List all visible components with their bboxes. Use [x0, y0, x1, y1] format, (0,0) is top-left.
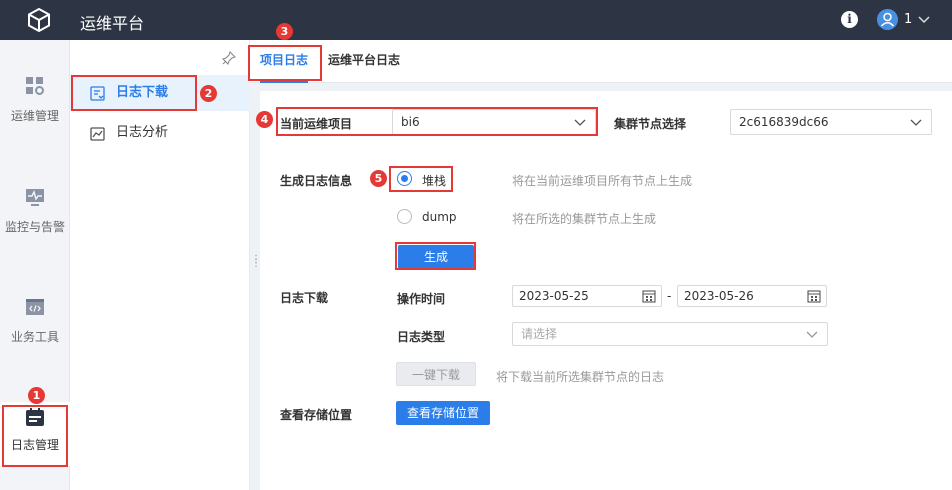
cluster-value: 2c616839dc66	[739, 115, 829, 129]
radio-dump[interactable]	[397, 209, 412, 224]
download-log-icon	[90, 86, 105, 101]
tab-bar: 项目日志 运维平台日志	[250, 40, 952, 83]
cluster-select[interactable]: 2c616839dc66	[730, 109, 932, 135]
project-select[interactable]: bi6	[392, 109, 596, 135]
top-bar: 运维平台 i 1	[0, 0, 952, 40]
radio-stack-label[interactable]: 堆栈	[422, 172, 446, 189]
icon-rail: 运维管理 监控与告警 业务工具 日志管理	[0, 40, 70, 490]
sub-menu: 日志下载 日志分析	[70, 40, 250, 490]
step-badge: 1	[28, 387, 45, 404]
log-type-placeholder: 请选择	[521, 327, 558, 341]
generate-button[interactable]: 生成	[398, 245, 474, 269]
chevron-down-icon[interactable]	[916, 11, 932, 27]
user-count[interactable]: 1	[904, 12, 912, 27]
calendar-icon	[642, 290, 656, 303]
tab-project-logs[interactable]: 项目日志	[260, 40, 309, 83]
date-to-value: 2023-05-26	[684, 289, 754, 303]
step-badge: 3	[276, 23, 293, 40]
radio-dump-label[interactable]: dump	[422, 210, 457, 224]
op-time-label: 操作时间	[397, 292, 446, 306]
cube-logo-icon	[28, 7, 50, 33]
avatar[interactable]	[877, 9, 898, 30]
resize-handle[interactable]: ⋮ ⋮	[251, 255, 261, 272]
log-download-label: 日志下载	[280, 291, 329, 305]
radio-stack[interactable]	[397, 171, 412, 186]
stack-hint: 将在当前运维项目所有节点上生成	[512, 174, 693, 188]
chart-log-icon	[90, 127, 105, 141]
submenu-label: 日志下载	[116, 85, 169, 100]
log-type-select[interactable]: 请选择	[512, 322, 828, 346]
monitor-pulse-icon	[26, 189, 44, 206]
calendar-log-icon	[26, 408, 44, 426]
rail-item-logs[interactable]: 日志管理	[0, 402, 70, 466]
pin-icon[interactable]	[222, 51, 236, 65]
rail-label: 日志管理	[10, 438, 59, 452]
rail-label: 监控与告警	[4, 220, 65, 234]
tab-platform-logs[interactable]: 运维平台日志	[328, 40, 400, 83]
submenu-item-log-analysis[interactable]: 日志分析	[70, 115, 250, 151]
step-badge: 5	[370, 170, 387, 187]
submenu-label: 日志分析	[116, 125, 169, 140]
one-click-download-button[interactable]: 一键下载	[396, 362, 476, 386]
rail-item-monitor[interactable]: 监控与告警	[0, 186, 70, 235]
view-storage-button[interactable]: 查看存储位置	[396, 401, 490, 425]
log-type-label: 日志类型	[397, 330, 446, 344]
rail-label: 业务工具	[10, 330, 59, 344]
project-value: bi6	[401, 115, 420, 129]
app-title: 运维平台	[80, 14, 145, 33]
step-badge: 4	[256, 111, 273, 128]
submenu-item-log-download[interactable]: 日志下载	[70, 75, 250, 111]
grid-gear-icon	[26, 77, 44, 95]
code-window-icon	[26, 299, 44, 315]
rail-label: 运维管理	[10, 109, 59, 123]
cluster-label: 集群节点选择	[614, 117, 687, 131]
dump-hint: 将在所选的集群节点上生成	[512, 212, 657, 226]
one-click-hint: 将下载当前所选集群节点的日志	[496, 370, 665, 384]
date-to-input[interactable]: 2023-05-26	[677, 285, 827, 307]
rail-item-tools[interactable]: 业务工具	[0, 296, 70, 345]
calendar-icon	[807, 290, 821, 303]
project-label: 当前运维项目	[280, 117, 353, 131]
rail-item-ops[interactable]: 运维管理	[0, 75, 70, 124]
chevron-down-icon	[910, 119, 922, 126]
date-separator: -	[667, 289, 672, 303]
step-badge: 2	[200, 85, 217, 102]
chevron-down-icon	[806, 331, 818, 338]
storage-label: 查看存储位置	[280, 408, 353, 422]
date-from-input[interactable]: 2023-05-25	[512, 285, 662, 307]
date-from-value: 2023-05-25	[519, 289, 589, 303]
info-icon[interactable]: i	[841, 11, 858, 28]
chevron-down-icon	[574, 119, 586, 126]
gen-log-label: 生成日志信息	[280, 174, 353, 188]
